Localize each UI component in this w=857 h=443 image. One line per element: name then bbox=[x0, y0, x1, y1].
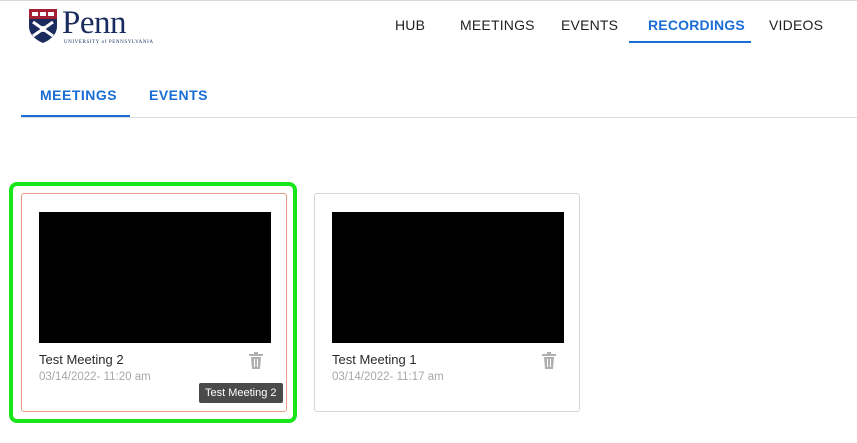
penn-wordmark: Penn bbox=[62, 5, 127, 41]
title-tooltip: Test Meeting 2 bbox=[199, 383, 283, 403]
recording-card[interactable]: Test Meeting 1 03/14/2022- 11:17 am bbox=[314, 193, 580, 412]
nav-meetings[interactable]: MEETINGS bbox=[460, 17, 535, 33]
nav-events[interactable]: EVENTS bbox=[561, 17, 618, 33]
penn-logo[interactable]: Penn UNIVERSITY of PENNSYLVANIA bbox=[28, 5, 153, 48]
nav-active-indicator bbox=[629, 41, 751, 43]
nav-hub[interactable]: HUB bbox=[395, 17, 425, 33]
recording-datetime: 03/14/2022- 11:20 am bbox=[39, 371, 151, 383]
subtab-divider bbox=[21, 117, 857, 118]
recording-thumbnail[interactable] bbox=[332, 212, 564, 343]
top-header: Penn UNIVERSITY of PENNSYLVANIA HUB MEET… bbox=[0, 0, 857, 52]
penn-shield-icon bbox=[29, 9, 57, 43]
penn-subtitle: UNIVERSITY of PENNSYLVANIA bbox=[64, 40, 154, 45]
subtab-meetings[interactable]: MEETINGS bbox=[40, 87, 117, 103]
recording-title: Test Meeting 2 bbox=[39, 352, 124, 367]
recording-card[interactable]: Test Meeting 2 03/14/2022- 11:20 am bbox=[21, 193, 287, 412]
trash-icon[interactable] bbox=[541, 352, 557, 370]
nav-recordings[interactable]: RECORDINGS bbox=[648, 17, 745, 33]
recording-title: Test Meeting 1 bbox=[332, 352, 417, 367]
recording-datetime: 03/14/2022- 11:17 am bbox=[332, 371, 444, 383]
trash-icon[interactable] bbox=[248, 352, 264, 370]
recording-thumbnail[interactable] bbox=[39, 212, 271, 343]
subtab-events[interactable]: EVENTS bbox=[149, 87, 208, 103]
nav-videos[interactable]: VIDEOS bbox=[769, 17, 823, 33]
